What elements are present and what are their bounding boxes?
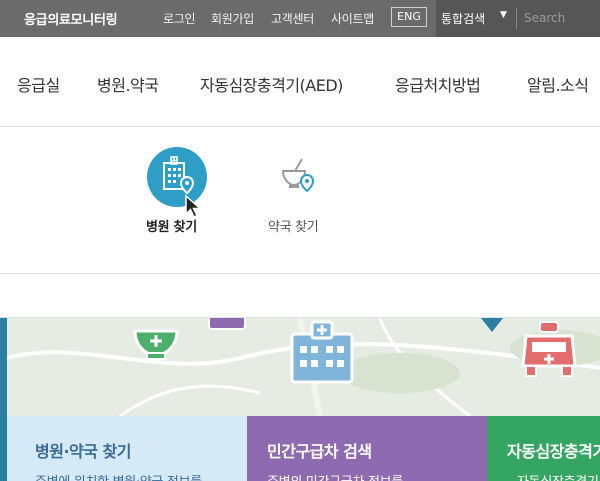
search-scope-select[interactable]: 통합검색 [441,10,485,27]
eng-language-button[interactable]: ENG [391,7,427,27]
left-accent-strip [0,318,7,416]
sitemap-link[interactable]: 사이트맵 [331,10,374,27]
pharmacy-search-label[interactable]: 약국 찾기 [268,216,319,235]
login-link[interactable]: 로그인 [163,10,196,27]
signup-link[interactable]: 회원가입 [211,10,254,27]
nav-item-first-aid[interactable]: 응급처치방법 [395,72,481,96]
ambulance-map-marker [208,318,246,330]
card-aed[interactable]: 자동심장충격기 자동심장충격기 [487,416,600,481]
card-hospital-pharmacy[interactable]: 병원·약국 찾기 주변에 위치한 병원·약국 정보를 [7,416,247,481]
main-nav: 응급실 병원.약국 자동심장충격기(AED) 응급처치방법 알림.소식 [0,37,600,127]
top-utility-bar: 응급의료모니터링 로그인 회원가입 고객센터 사이트맵 ENG 통합검색 ▼ [0,0,600,37]
search-divider [516,8,517,29]
pharmacy-map-icon [133,325,179,365]
left-accent-strip-bottom [0,416,7,481]
mouse-cursor-icon [184,194,204,224]
location-marker-icon [481,318,503,338]
pharmacy-search-icon[interactable] [277,155,321,199]
card-description: 주변에 위치한 병원·약국 정보를 [35,471,202,481]
nav-item-hospital-pharmacy[interactable]: 병원.약국 [97,72,159,96]
card-title: 병원·약국 찾기 [35,442,131,461]
card-description: 주변의 민간구급차 정보를 [267,471,403,481]
card-description: 자동심장충격기 [517,471,599,481]
support-link[interactable]: 고객센터 [271,10,314,27]
chevron-down-icon[interactable]: ▼ [500,10,507,20]
card-title: 민간구급차 검색 [267,442,372,461]
site-brand[interactable]: 응급의료모니터링 [24,9,118,28]
card-private-ambulance[interactable]: 민간구급차 검색 주변의 민간구급차 정보를 [247,416,487,481]
nav-item-aed[interactable]: 자동심장충격기(AED) [200,72,343,96]
nav-item-notice[interactable]: 알림.소식 [527,72,589,96]
search-input[interactable] [518,4,598,32]
ambulance-map-icon [520,320,578,388]
hospital-map-icon [290,320,354,388]
search-area: 통합검색 ▼ [436,0,600,37]
submenu-divider [0,273,600,274]
nav-item-emergency-room[interactable]: 응급실 [17,72,60,96]
card-title: 자동심장충격기 [507,442,600,461]
submenu-panel: 병원 찾기 약국 찾기 [0,128,600,318]
map-illustration [0,318,600,416]
